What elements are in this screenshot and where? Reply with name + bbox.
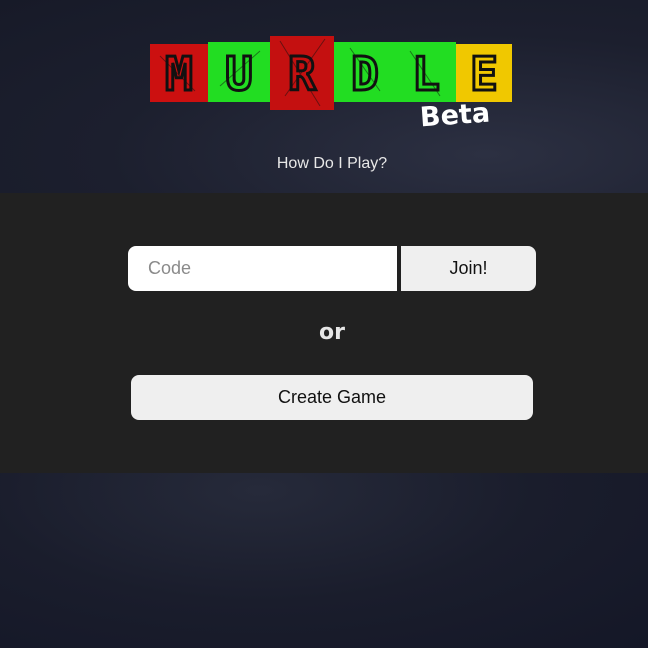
logo-letter-5: L [412,47,440,101]
or-separator: or [319,320,345,345]
logo-letter-4: D [351,47,379,101]
logo-letter-2: U [225,47,253,101]
logo-letter-3: R [288,47,316,101]
header: M U R D L E Beta How Do I Play? [0,0,648,193]
logo-letter-1: M [165,47,193,101]
code-input[interactable] [128,246,397,291]
background-footer [0,473,648,648]
join-button[interactable]: Join! [401,246,536,291]
join-panel: Join! or Create Game [0,193,648,473]
how-do-i-play-link[interactable]: How Do I Play? [0,155,648,173]
beta-label: Beta [419,97,492,134]
logo-letter-6: E [470,47,498,101]
create-game-button[interactable]: Create Game [131,375,533,420]
